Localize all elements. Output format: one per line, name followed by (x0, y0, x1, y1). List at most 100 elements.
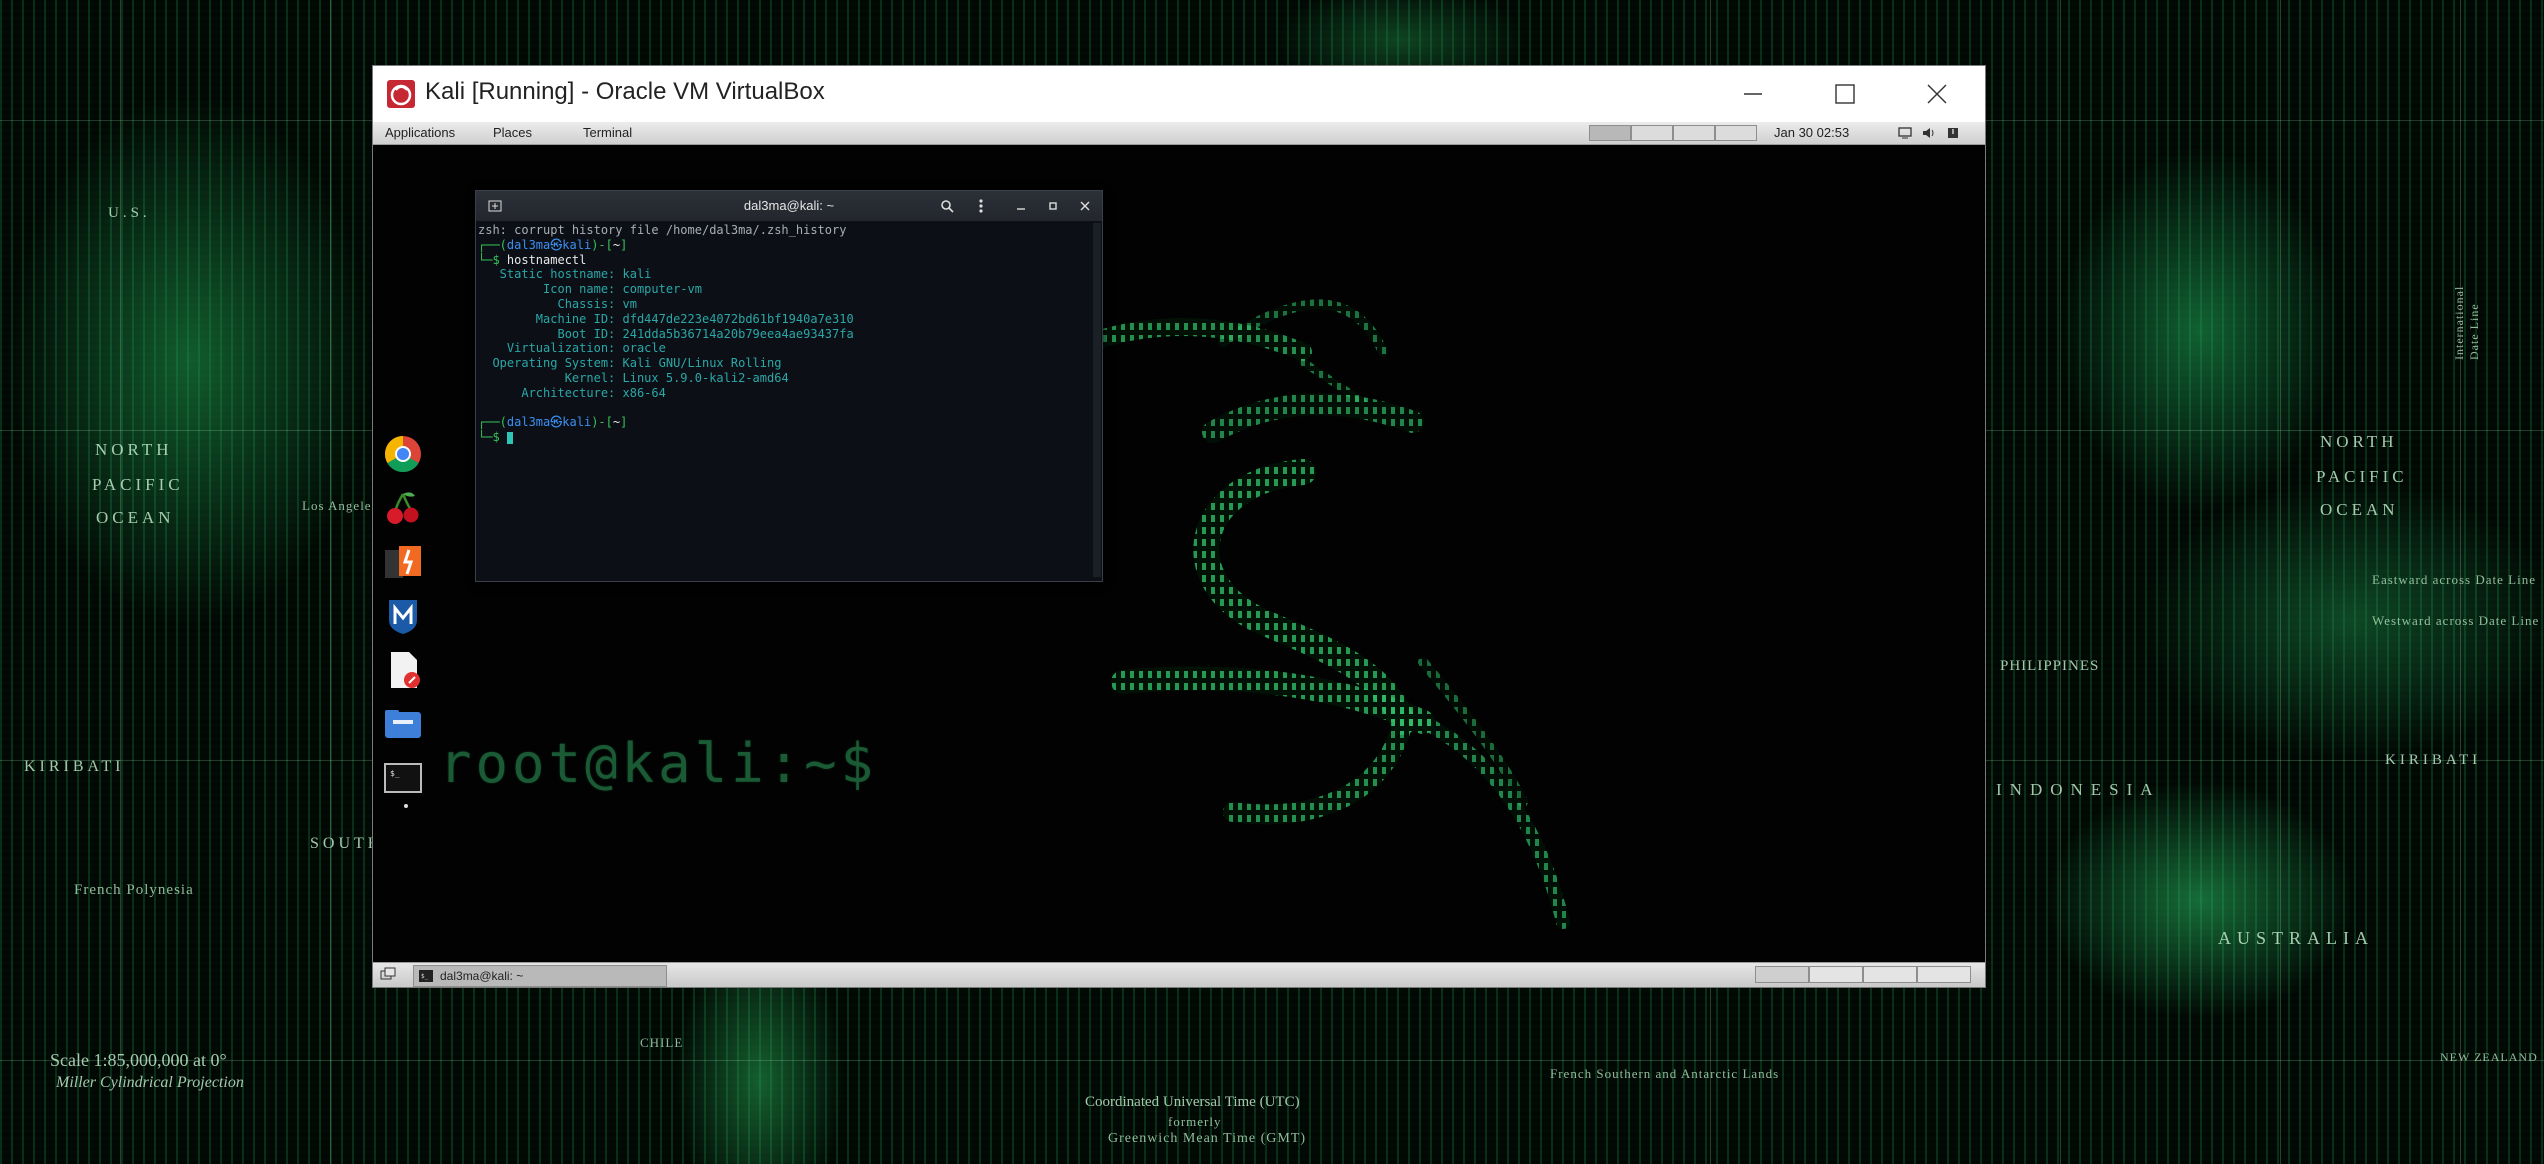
minimize-icon (1017, 208, 1025, 210)
cherrytree-icon (387, 492, 419, 524)
terminal-menu[interactable]: Terminal (583, 125, 632, 140)
dock-burpsuite[interactable] (381, 540, 425, 584)
output-value: oracle (615, 341, 666, 356)
metasploit-icon (389, 600, 417, 634)
output-key: Kernel: (478, 370, 616, 385)
prompt-dollar: └─$ (478, 430, 507, 445)
map-label-westward: Westward across Date Line (2372, 613, 2540, 628)
search-icon (941, 200, 954, 213)
dock-metasploit[interactable] (381, 594, 425, 638)
power-icon[interactable] (1945, 125, 1961, 141)
terminal-running-indicator (404, 804, 408, 808)
svg-text:$_: $_ (421, 973, 429, 980)
map-label-kiribati-right: KIRIBATI (2385, 752, 2482, 768)
close-icon (1927, 84, 1947, 104)
minimize-button[interactable] (1707, 66, 1799, 122)
workspace-2[interactable] (1631, 125, 1673, 141)
dock-terminal[interactable]: $_ (381, 756, 425, 800)
history-warning-line: zsh: corrupt history file /home/dal3ma/.… (478, 223, 847, 237)
burpsuite-icon (385, 546, 421, 578)
maximize-button[interactable] (1799, 66, 1891, 122)
map-label-us: U.S. (108, 205, 151, 221)
map-label-los-angeles: Los Angeles (302, 498, 378, 513)
output-value: Kali GNU/Linux Rolling (615, 356, 782, 371)
dock-chrome[interactable] (381, 432, 425, 476)
menu-button[interactable] (970, 195, 992, 217)
prompt-user: dal3ma (506, 415, 551, 430)
guest-bottom-panel: $_ dal3ma@kali: ~ (373, 962, 1985, 987)
prompt-sep: )-[ (591, 237, 613, 252)
workspace-4[interactable] (1715, 125, 1757, 141)
prompt-dollar: └─$ (478, 252, 507, 267)
output-key: Chassis: (478, 296, 616, 311)
command-text: hostnamectl (506, 252, 587, 267)
terminal-output[interactable]: zsh: corrupt history file /home/dal3ma/.… (478, 223, 1088, 577)
map-label-philippines: PHILIPPINES (2000, 658, 2100, 674)
bottom-workspace-4[interactable] (1917, 966, 1971, 983)
terminal-headerbar[interactable]: dal3ma@kali: ~ (476, 191, 1102, 222)
output-value: 241dda5b36714a20b79eea4ae93437fa (615, 326, 854, 341)
map-label-ocean-right: OCEAN (2320, 500, 2399, 519)
workspace-1[interactable] (1589, 125, 1631, 141)
map-label-gmt: Greenwich Mean Time (GMT) (1108, 1131, 1307, 1146)
kali-dragon-wallpaper (1054, 299, 1570, 929)
workspace-switcher[interactable] (1589, 125, 1757, 141)
virtualbox-titlebar[interactable]: Kali [Running] - Oracle VM VirtualBox (373, 66, 1985, 122)
places-menu[interactable]: Places (493, 125, 532, 140)
bottom-workspace-switcher[interactable] (1755, 966, 1971, 983)
output-value: vm (615, 296, 637, 311)
terminal-minimize-button[interactable] (1010, 195, 1032, 217)
map-label-ocean: OCEAN (96, 508, 175, 527)
display-icon[interactable] (1897, 125, 1913, 141)
prompt-host: kali (562, 415, 592, 430)
guest-screen: root@kali:~$ Applications Places Termina… (373, 122, 1985, 987)
output-key: Virtualization: (478, 341, 616, 356)
map-label-formerly: formerly (1168, 1114, 1222, 1129)
volume-icon[interactable] (1921, 125, 1937, 141)
map-label-french-southern: French Southern and Antarctic Lands (1550, 1066, 1780, 1081)
clock[interactable]: Jan 30 02:53 (1774, 125, 1849, 140)
dock-file-manager[interactable] (381, 702, 425, 746)
svg-text:$_: $_ (390, 769, 400, 778)
window-title: Kali [Running] - Oracle VM VirtualBox (425, 78, 825, 105)
map-label-pacific-right: PACIFIC (2316, 467, 2408, 486)
map-label-utc: Coordinated Universal Time (UTC) (1085, 1094, 1300, 1110)
output-key: Icon name: (478, 282, 616, 297)
search-button[interactable] (936, 195, 958, 217)
output-value: dfd447de223e4072bd61bf1940a7e310 (615, 311, 854, 326)
terminal-maximize-button[interactable] (1042, 195, 1064, 217)
prompt-close: ] (620, 415, 628, 430)
map-label-eastward: Eastward across Date Line (2372, 572, 2536, 587)
map-label-kiribati-left: KIRIBATI (24, 758, 125, 775)
virtualbox-window: Kali [Running] - Oracle VM VirtualBox ro… (373, 66, 1985, 987)
output-value: kali (615, 267, 652, 282)
workspace-3[interactable] (1673, 125, 1715, 141)
applications-menu[interactable]: Applications (385, 125, 455, 140)
favorites-dock: $_ (381, 432, 431, 808)
show-desktop-icon[interactable] (379, 966, 397, 984)
close-button[interactable] (1891, 66, 1983, 122)
terminal-title: dal3ma@kali: ~ (743, 198, 835, 213)
output-value: computer-vm (615, 282, 702, 297)
terminal-close-button[interactable] (1074, 195, 1096, 217)
bottom-workspace-1[interactable] (1755, 966, 1809, 983)
map-label-north: NORTH (95, 440, 173, 459)
terminal-scrollbar[interactable] (1093, 223, 1101, 577)
text-cursor (506, 431, 513, 444)
prompt-user: dal3ma (506, 237, 551, 252)
output-key: Operating System: (478, 356, 616, 371)
map-label-idl: International Date Line (2452, 285, 2481, 360)
terminal-window: dal3ma@kali: ~ zsh: corrupt history file (475, 190, 1103, 582)
dock-document-viewer[interactable] (381, 648, 425, 692)
map-label-pacific: PACIFIC (92, 475, 184, 494)
bottom-workspace-2[interactable] (1809, 966, 1863, 983)
file-manager-icon (385, 710, 421, 738)
kebab-menu-icon (979, 199, 983, 213)
output-value: x86-64 (615, 385, 666, 400)
kali-vm-icon (387, 80, 415, 108)
dock-cherrytree[interactable] (381, 486, 425, 530)
taskbar-terminal-button[interactable]: $_ dal3ma@kali: ~ (413, 965, 667, 987)
map-label-australia: AUSTRALIA (2218, 928, 2374, 948)
bottom-workspace-3[interactable] (1863, 966, 1917, 983)
minimize-icon (1744, 93, 1762, 95)
